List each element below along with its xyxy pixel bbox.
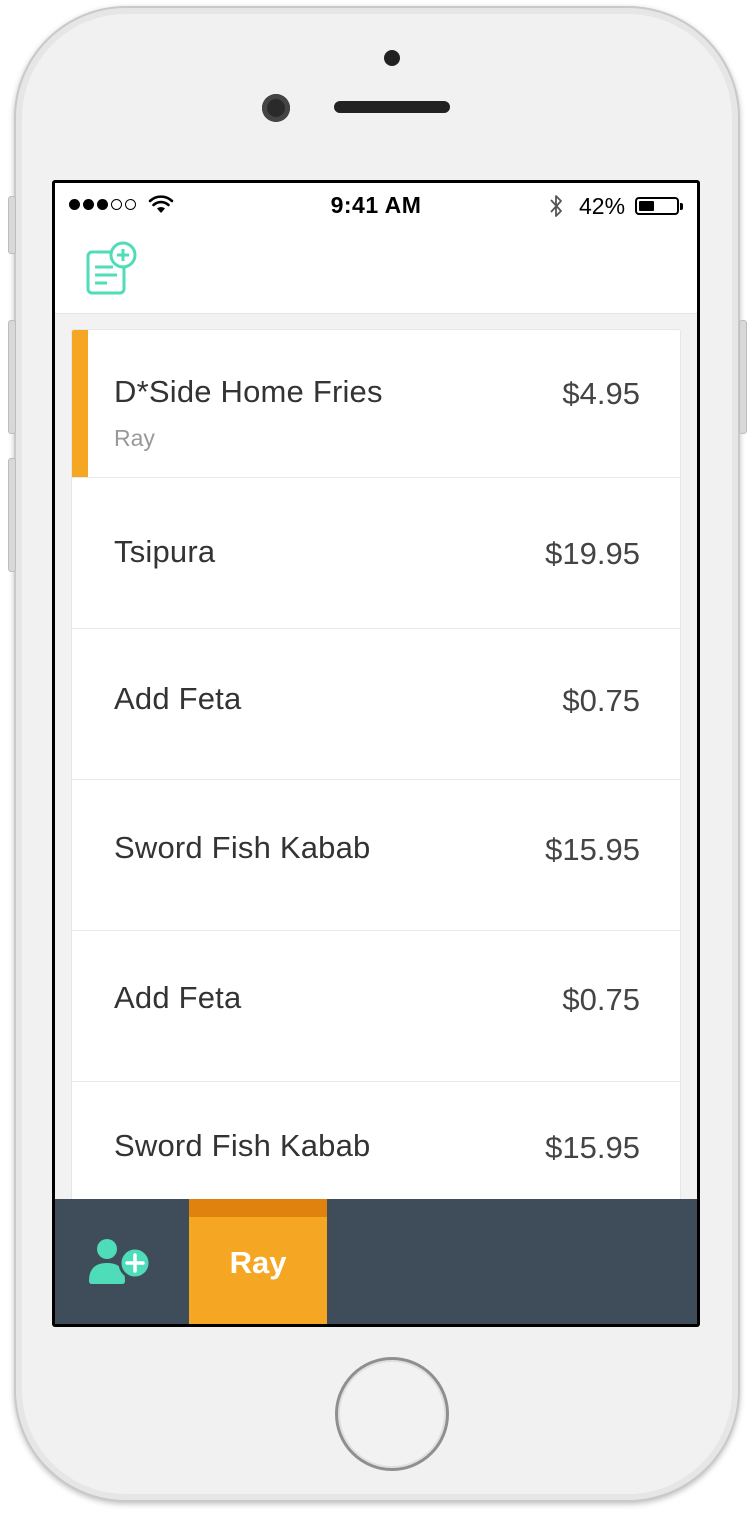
- document-add-icon[interactable]: [85, 241, 139, 297]
- status-bar: 9:41 AM 42%: [55, 183, 697, 229]
- item-price: $15.95: [545, 1130, 640, 1165]
- item-price: $4.95: [562, 376, 640, 411]
- top-toolbar: [55, 229, 697, 314]
- screen: 9:41 AM 42% D*Side Home Fries Ray $4.95 …: [52, 180, 700, 1327]
- battery-icon: [635, 197, 683, 215]
- list-item[interactable]: Sword Fish Kabab $15.95: [72, 1082, 680, 1208]
- item-name: Add Feta: [114, 980, 242, 1015]
- earpiece-speaker: [334, 101, 450, 113]
- guest-tab-ray[interactable]: Ray: [189, 1199, 327, 1324]
- item-name: D*Side Home Fries: [114, 374, 383, 409]
- item-name: Sword Fish Kabab: [114, 1128, 371, 1163]
- guest-bar: Ray: [55, 1199, 697, 1324]
- item-price: $0.75: [562, 982, 640, 1017]
- battery-fill: [639, 201, 654, 211]
- item-price: $15.95: [545, 832, 640, 867]
- list-item[interactable]: Add Feta $0.75: [72, 931, 680, 1082]
- guest-tab-label: Ray: [229, 1245, 287, 1280]
- volume-up-button: [8, 320, 16, 434]
- front-camera: [262, 94, 290, 122]
- bluetooth-icon: [550, 195, 562, 217]
- item-price: $0.75: [562, 683, 640, 718]
- item-name: Add Feta: [114, 681, 242, 716]
- battery-percent: 42%: [579, 193, 626, 219]
- selected-indicator: [72, 330, 88, 477]
- guest-tab-active-indicator: [189, 1199, 327, 1217]
- proximity-sensor: [384, 50, 400, 66]
- volume-down-button: [8, 458, 16, 572]
- item-name: Sword Fish Kabab: [114, 830, 371, 865]
- list-item[interactable]: Tsipura $19.95: [72, 478, 680, 629]
- list-item[interactable]: Add Feta $0.75: [72, 629, 680, 780]
- home-button[interactable]: [335, 1357, 449, 1471]
- app-screen: 9:41 AM 42% D*Side Home Fries Ray $4.95 …: [55, 183, 697, 1324]
- item-guest: Ray: [114, 425, 155, 451]
- add-user-icon[interactable]: [89, 1237, 153, 1287]
- list-item[interactable]: Sword Fish Kabab $15.95: [72, 780, 680, 931]
- item-price: $19.95: [545, 536, 640, 571]
- list-item[interactable]: D*Side Home Fries Ray $4.95: [72, 330, 680, 478]
- mute-switch: [8, 196, 16, 254]
- item-name: Tsipura: [114, 534, 216, 569]
- power-button: [739, 320, 747, 434]
- order-items-list: D*Side Home Fries Ray $4.95 Tsipura $19.…: [71, 329, 681, 1209]
